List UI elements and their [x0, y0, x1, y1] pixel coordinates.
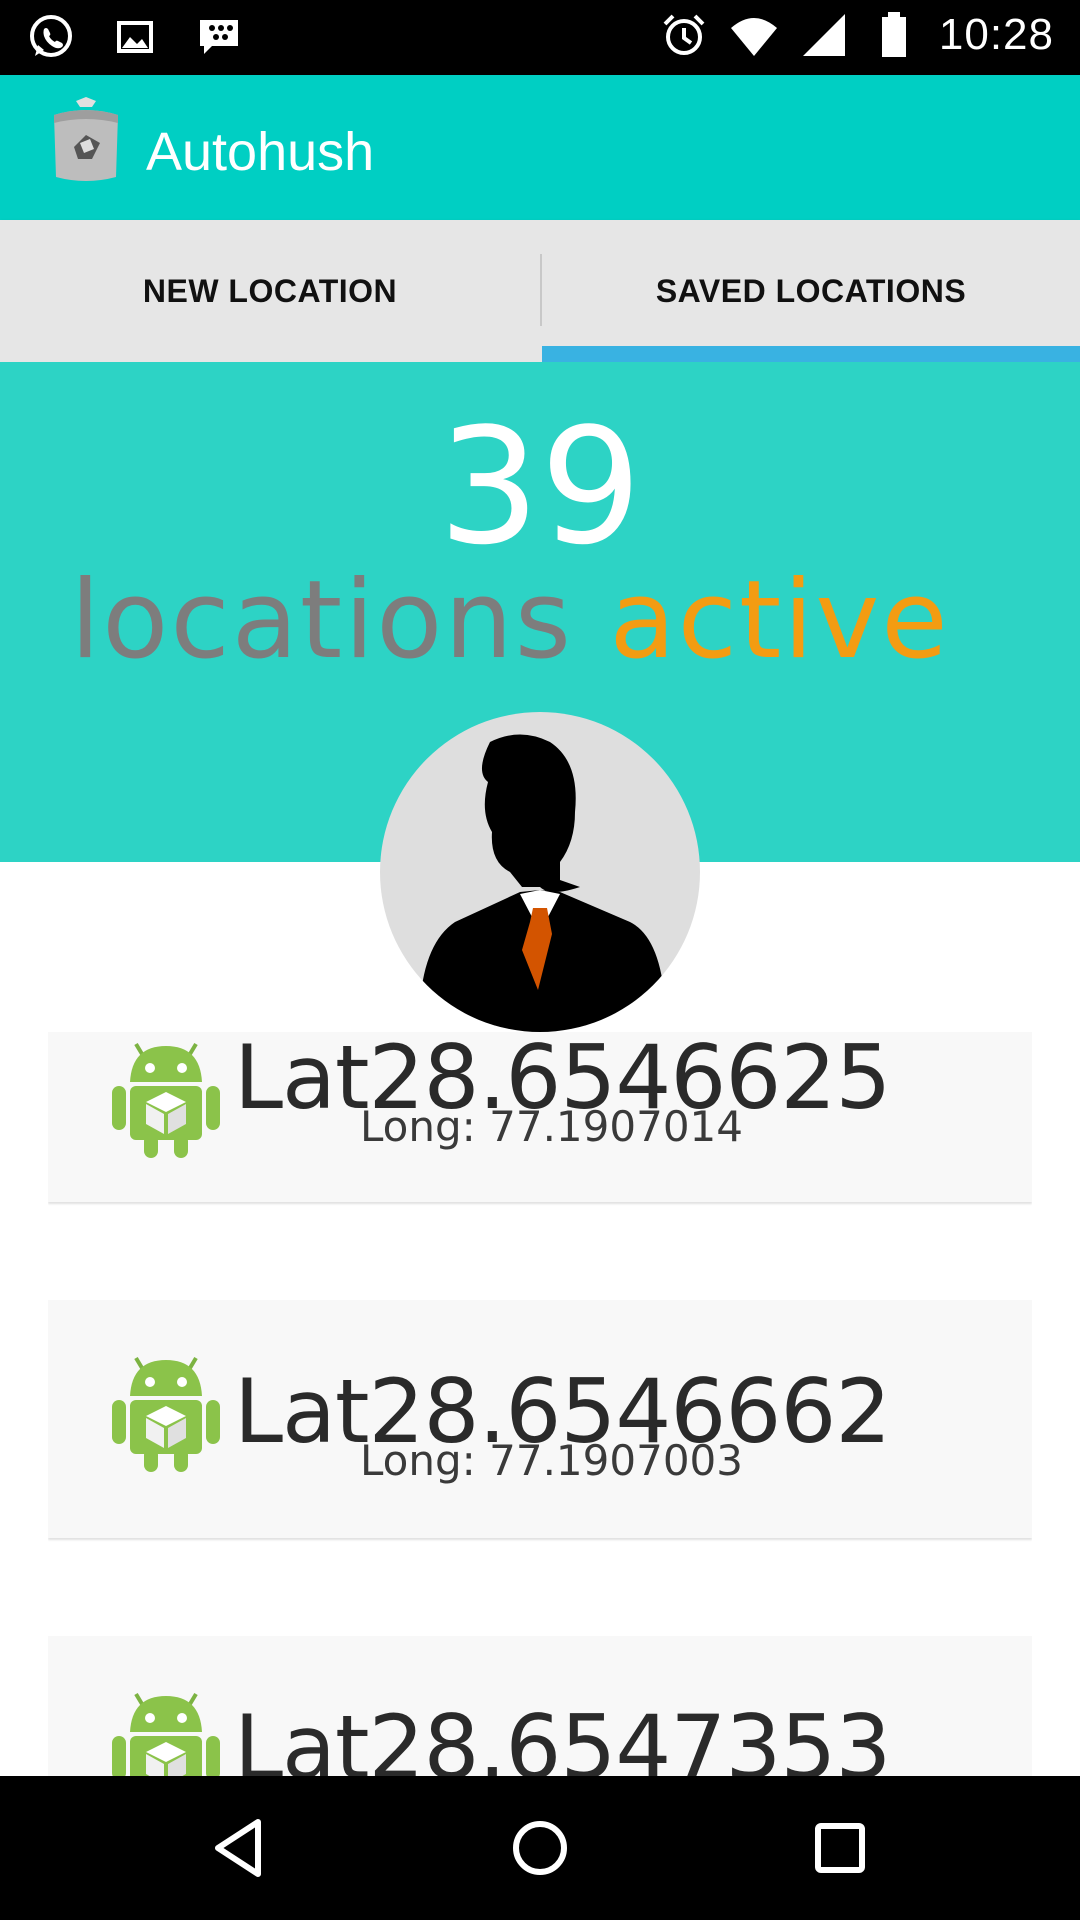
tab-selected-indicator	[542, 346, 1080, 362]
tab-bar: NEW LOCATION SAVED LOCATIONS	[0, 220, 1080, 362]
app-bar: Autohush	[0, 75, 1080, 220]
bbm-icon	[200, 20, 238, 54]
caption-active: active	[609, 558, 950, 683]
active-caption: locations active	[0, 567, 1020, 675]
wifi-icon	[730, 18, 777, 56]
gallery-icon	[117, 21, 153, 53]
list-item[interactable]: Lat28.6546625 Long: 77.1907014	[48, 1032, 1032, 1202]
status-bar: 10:28	[0, 0, 1080, 75]
recents-icon[interactable]	[804, 1812, 876, 1884]
navigation-bar	[0, 1776, 1080, 1920]
location-list: Lat28.6546625 Long: 77.1907014 Lat28.654…	[48, 1032, 1032, 1776]
latitude-text: Lat28.6547353	[234, 1696, 891, 1776]
longitude-text: Long: 77.1907014	[360, 1102, 743, 1151]
signal-icon	[802, 14, 845, 56]
home-icon[interactable]	[504, 1812, 576, 1884]
list-item[interactable]: Lat28.6546662 Long: 77.1907003	[48, 1300, 1032, 1538]
battery-icon	[881, 12, 906, 57]
app-title: Autohush	[146, 122, 375, 182]
tab-saved-locations[interactable]: SAVED LOCATIONS	[541, 220, 1080, 362]
android-box-icon	[112, 1042, 220, 1158]
alarm-icon	[663, 14, 705, 55]
list-item[interactable]: Lat28.6547353	[48, 1636, 1032, 1776]
person-silhouette-icon	[420, 734, 665, 1032]
tab-new-location[interactable]: NEW LOCATION	[0, 220, 540, 362]
avatar[interactable]	[380, 712, 700, 1032]
active-count: 39	[438, 393, 642, 580]
whatsapp-icon	[30, 15, 72, 57]
back-icon[interactable]	[204, 1812, 276, 1884]
android-box-icon	[112, 1692, 220, 1776]
clock-time: 10:28	[938, 10, 1054, 59]
caption-locations: locations	[70, 558, 574, 683]
app-logo-icon	[54, 97, 118, 181]
android-box-icon	[112, 1356, 220, 1472]
longitude-text: Long: 77.1907003	[360, 1436, 743, 1485]
